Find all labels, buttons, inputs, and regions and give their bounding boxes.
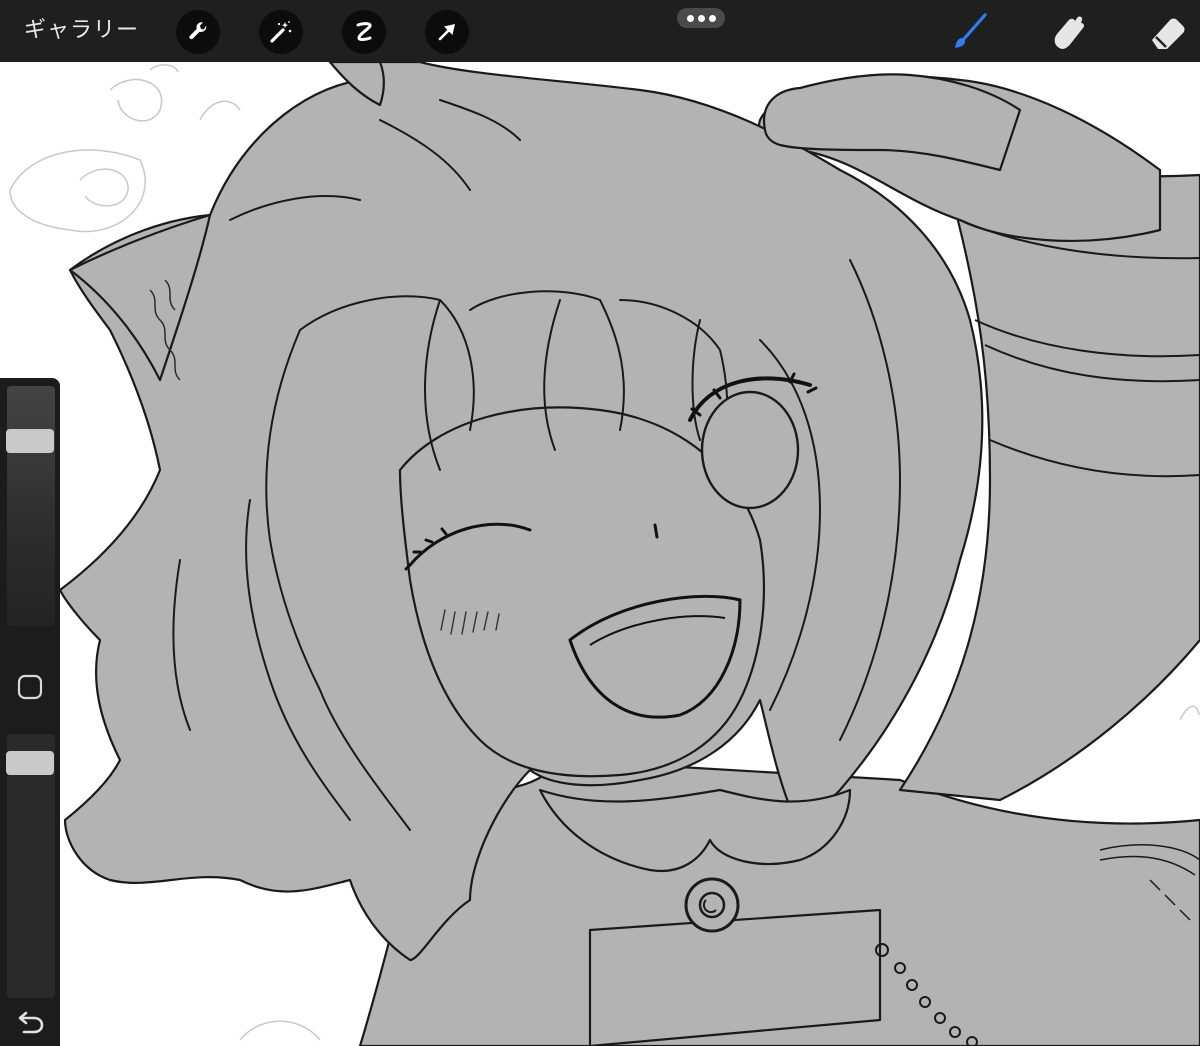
more-dots-icon [686,14,694,22]
transform-button[interactable] [425,10,469,54]
smudge-icon [1054,16,1085,49]
more-options-button[interactable] [677,8,725,28]
side-bar [0,378,60,1046]
nose [653,523,659,539]
adjustments-button[interactable] [259,10,303,54]
top-toolbar: ギャラリー [0,0,1200,62]
smudge-tool-button[interactable] [1044,8,1092,56]
selection-icon [356,22,372,41]
brooch [684,877,740,933]
transform-arrow-icon [438,24,455,41]
square-modify-icon[interactable] [17,674,43,700]
undo-icon[interactable] [14,1010,46,1038]
gallery-button[interactable]: ギャラリー [24,14,139,48]
character-figure [58,62,1200,1046]
selection-button[interactable] [342,10,386,54]
wrench-icon [189,22,207,40]
brush-icon [955,13,987,48]
artwork [9,62,1200,1046]
brush-size-thumb[interactable] [6,429,54,453]
magic-wand-icon [270,21,292,43]
brush-size-slider[interactable] [6,386,55,626]
paint-tool-button[interactable] [944,8,992,56]
opacity-slider[interactable] [6,734,55,998]
actions-button[interactable] [176,10,220,54]
eraser-icon [1152,18,1185,49]
eraser-tool-button[interactable] [1144,8,1192,56]
drawing-canvas[interactable] [0,62,1200,1046]
opacity-thumb[interactable] [6,751,54,775]
